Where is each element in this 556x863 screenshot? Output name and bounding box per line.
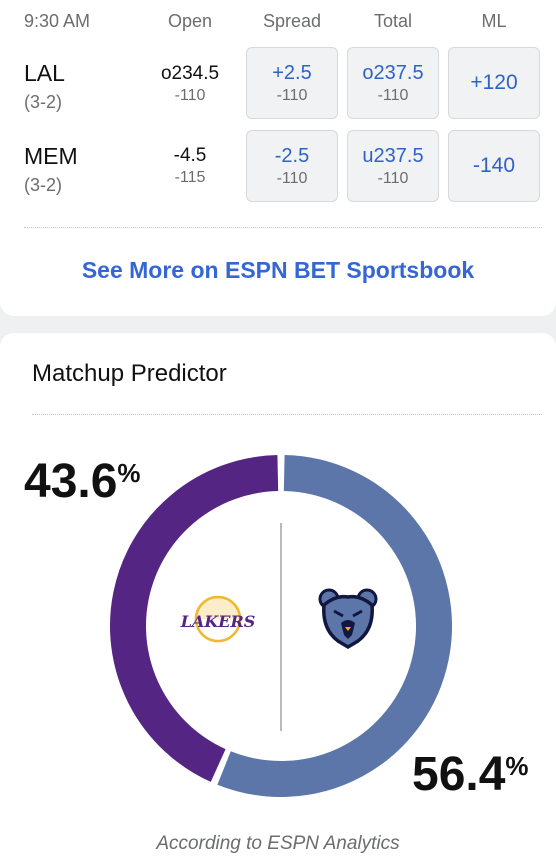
team-record-mem: (3-2) bbox=[24, 175, 63, 195]
moneyline-mem: -140 bbox=[472, 154, 516, 177]
team-abbr-lal: LAL bbox=[24, 60, 65, 86]
spread-line-mem: -2.5 bbox=[274, 145, 310, 167]
open-line-lal: o234.5 bbox=[160, 63, 220, 84]
home-pct-value: 56.4 bbox=[412, 748, 506, 801]
total-odds-mem: -110 bbox=[377, 170, 409, 187]
game-time: 9:30 AM bbox=[24, 11, 91, 31]
total-odds-lal: -110 bbox=[377, 87, 409, 104]
spread-odds-lal: -110 bbox=[276, 87, 308, 104]
moneyline-button-lal[interactable]: +120 bbox=[448, 47, 540, 119]
odds-divider bbox=[24, 227, 542, 228]
home-pct-sign: % bbox=[505, 751, 529, 781]
svg-text:LAKERS: LAKERS bbox=[180, 612, 256, 631]
matchup-predictor-card: Matchup Predictor LAKERS 43.6% 56.4% Acc… bbox=[0, 333, 556, 863]
spread-button-mem[interactable]: -2.5 -110 bbox=[246, 130, 338, 202]
open-line-mem: -4.5 bbox=[173, 145, 207, 166]
moneyline-lal: +120 bbox=[470, 71, 518, 94]
header-spread: Spread bbox=[262, 11, 322, 31]
away-win-percentage: 43.6% bbox=[24, 458, 141, 506]
spread-button-lal[interactable]: +2.5 -110 bbox=[246, 47, 338, 119]
predictor-footnote: According to ESPN Analytics bbox=[156, 833, 400, 854]
spread-line-lal: +2.5 bbox=[272, 62, 312, 84]
header-open: Open bbox=[167, 11, 213, 31]
team-abbr-mem: MEM bbox=[24, 143, 78, 169]
home-win-percentage: 56.4% bbox=[412, 751, 529, 799]
moneyline-button-mem[interactable]: -140 bbox=[448, 130, 540, 202]
open-odds-lal: -110 bbox=[174, 87, 206, 104]
away-pct-value: 43.6 bbox=[24, 455, 118, 508]
total-line-mem: u237.5 bbox=[362, 145, 424, 167]
open-odds-mem: -115 bbox=[174, 169, 206, 186]
grizzlies-logo bbox=[318, 588, 378, 650]
header-total: Total bbox=[373, 11, 413, 31]
team-record-lal: (3-2) bbox=[24, 92, 63, 112]
lakers-logo: LAKERS bbox=[180, 595, 256, 643]
away-pct-sign: % bbox=[117, 458, 141, 488]
total-button-mem[interactable]: u237.5 -110 bbox=[347, 130, 439, 202]
total-button-lal[interactable]: o237.5 -110 bbox=[347, 47, 439, 119]
see-more-sportsbook-link[interactable]: See More on ESPN BET Sportsbook bbox=[0, 257, 556, 284]
spread-odds-mem: -110 bbox=[276, 170, 308, 187]
header-ml: ML bbox=[481, 11, 507, 31]
total-line-lal: o237.5 bbox=[362, 62, 424, 84]
odds-card: 9:30 AM Open Spread Total ML LAL (3-2) o… bbox=[0, 0, 556, 316]
